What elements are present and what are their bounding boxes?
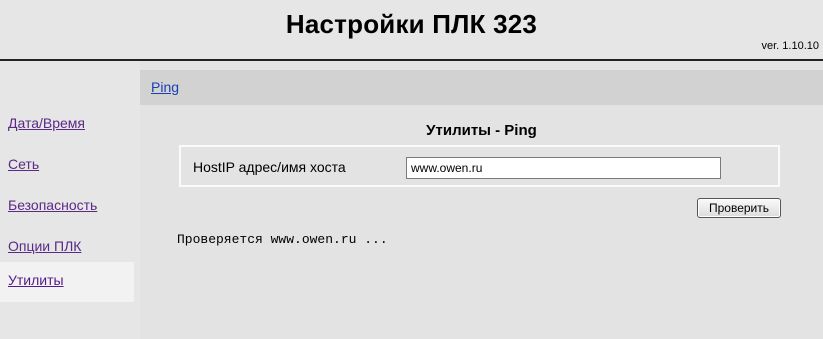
sidebar-item-network-link[interactable]: Сеть xyxy=(8,156,39,172)
sidebar-item-datetime-link[interactable]: Дата/Время xyxy=(8,115,85,131)
sidebar: Дата/Время Сеть Безопасность Опции ПЛК У… xyxy=(0,61,140,339)
sidebar-item-security-link[interactable]: Безопасность xyxy=(8,197,97,213)
check-button[interactable]: Проверить xyxy=(697,198,781,218)
sidebar-item-utilities[interactable]: Утилиты xyxy=(0,262,134,302)
sidebar-item-datetime[interactable]: Дата/Время xyxy=(0,105,134,145)
tab-bar: Ping xyxy=(140,70,823,105)
tab-ping[interactable]: Ping xyxy=(151,79,179,95)
host-form: HostIP адрес/имя хоста xyxy=(179,145,780,187)
sidebar-item-network[interactable]: Сеть xyxy=(0,146,134,186)
sidebar-item-security[interactable]: Безопасность xyxy=(0,187,134,227)
sidebar-item-utilities-link[interactable]: Утилиты xyxy=(8,272,64,288)
page-title: Настройки ПЛК 323 xyxy=(285,9,538,39)
section-title: Утилиты - Ping xyxy=(426,122,537,139)
page-header: Настройки ПЛК 323 ver. 1.10.10 xyxy=(0,0,823,60)
ping-status-text: Проверяется www.owen.ru ... xyxy=(177,232,388,247)
sidebar-item-plc-options-link[interactable]: Опции ПЛК xyxy=(8,238,81,254)
main-content: Ping Утилиты - Ping HostIP адрес/имя хос… xyxy=(140,61,823,339)
host-field-label: HostIP адрес/имя хоста xyxy=(193,159,346,175)
host-input[interactable] xyxy=(406,157,721,179)
version-label: ver. 1.10.10 xyxy=(761,40,820,52)
